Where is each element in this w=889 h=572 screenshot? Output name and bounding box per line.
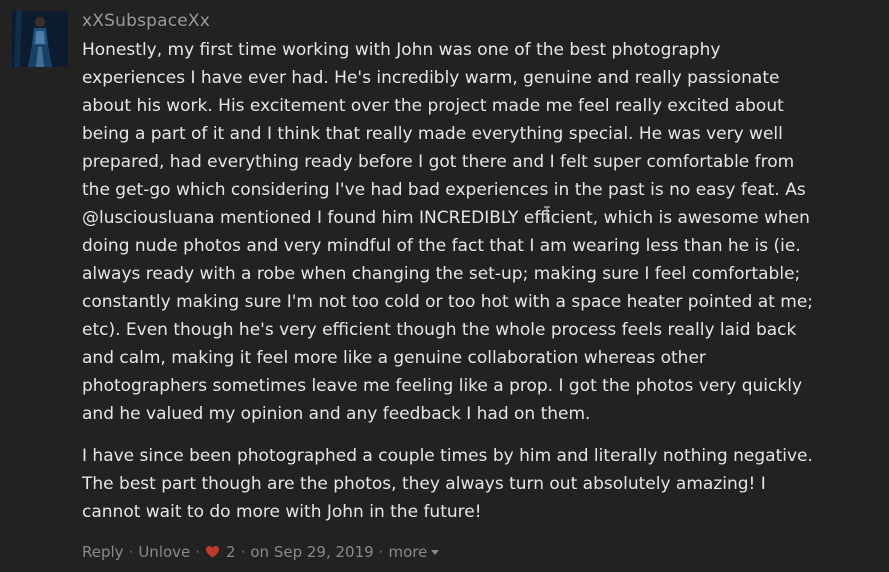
more-label: more: [388, 543, 428, 561]
more-button[interactable]: more: [388, 540, 440, 564]
comment-line: @lusciousluana mentioned I found him INC…: [82, 208, 810, 228]
avatar[interactable]: [12, 11, 68, 67]
comment-line: and he valued my opinion and any feedbac…: [82, 404, 591, 424]
comment-line: doing nude photos and very mindful of th…: [82, 236, 801, 256]
text-cursor-icon: [544, 206, 550, 222]
unlove-button[interactable]: Unlove: [138, 540, 190, 564]
comment-line: experiences I have ever had. He's incred…: [82, 68, 780, 88]
comment-line: prepared, had everything ready before I …: [82, 152, 795, 172]
comment-line: constantly making sure I'm not too cold …: [82, 292, 814, 312]
reply-button[interactable]: Reply: [82, 540, 124, 564]
like-count: 2: [226, 543, 236, 561]
comment-date-link[interactable]: on Sep 29, 2019: [250, 540, 373, 564]
comment-line: I have since been photographed a couple …: [82, 446, 813, 466]
comment-line: cannot wait to do more with John in the …: [82, 502, 482, 522]
comment-line: Honestly, my first time working with Joh…: [82, 40, 721, 60]
heart-icon[interactable]: [205, 545, 220, 559]
comment-line: about his work. His excitement over the …: [82, 96, 784, 116]
separator: ·: [240, 543, 246, 561]
chevron-down-icon: [431, 550, 440, 555]
comment-line: being a part of it and I think that real…: [82, 124, 783, 144]
comment-line: etc). Even though he's very efficient th…: [82, 320, 797, 340]
comment: xXSubspaceXx Honestly, my first time wor…: [0, 0, 889, 572]
comment-actions: Reply · Unlove · 2 · on Sep 29, 2019 · m…: [82, 540, 440, 564]
comment-body: Honestly, my first time working with Joh…: [82, 36, 882, 526]
comment-line: photographers sometimes leave me feeling…: [82, 376, 803, 396]
separator: ·: [128, 543, 134, 561]
user-avatar-photo-icon: [12, 11, 68, 67]
username[interactable]: xXSubspaceXx: [82, 10, 210, 32]
comment-line: The best part though are the photos, the…: [82, 474, 766, 494]
separator: ·: [378, 543, 384, 561]
comment-line: and calm, making it feel more like a gen…: [82, 348, 706, 368]
comment-paragraph: I have since been photographed a couple …: [82, 442, 882, 526]
comment-paragraph: Honestly, my first time working with Joh…: [82, 36, 882, 428]
comment-line: always ready with a robe when changing t…: [82, 264, 801, 284]
separator: ·: [195, 543, 201, 561]
comment-line: the get-go which considering I've had ba…: [82, 180, 806, 200]
